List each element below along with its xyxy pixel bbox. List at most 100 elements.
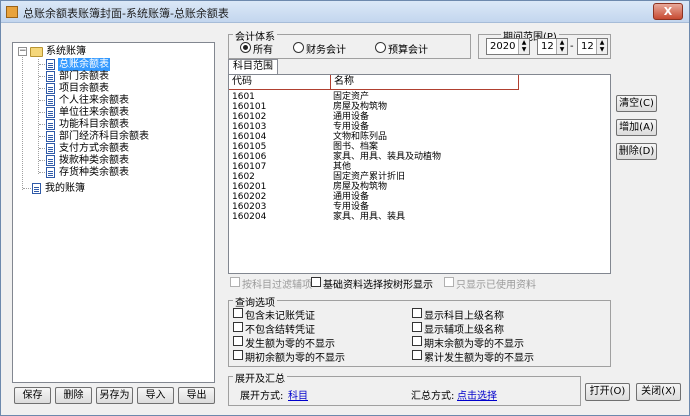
export-button[interactable]: 导出 — [178, 387, 215, 404]
document-icon — [46, 59, 55, 70]
checkbox-tree-display[interactable] — [311, 277, 321, 287]
subject-name: 房屋及构筑物 — [333, 102, 388, 112]
spin-arrows-icon[interactable]: ▲ ▼ — [596, 39, 607, 54]
spin-arrows-icon[interactable]: ▲ ▼ — [556, 39, 567, 54]
subject-name: 图书、档案 — [333, 142, 379, 152]
subject-code: 160106 — [232, 152, 267, 162]
subject-code: 160101 — [232, 102, 267, 112]
expand-mode-link[interactable]: 科目 — [288, 387, 308, 402]
radio-label: 财务会计 — [306, 45, 346, 56]
month-to-spinner[interactable]: 12 ▲ ▼ — [577, 38, 608, 55]
query-option-checkbox[interactable] — [412, 308, 422, 318]
open-button[interactable]: 打开(O) — [585, 383, 630, 401]
tree-connector — [39, 148, 45, 149]
month-from-value: 12 — [541, 41, 554, 52]
subject-name: 专用设备 — [333, 202, 370, 212]
column-header-code[interactable]: 代码 — [229, 75, 331, 90]
book-tree[interactable]: − 系统账簿 总账余额表 部门余额表 项目余额表 个人往来余额表 单位往来余额表 功能科目… — [12, 42, 215, 383]
subject-code: 1601 — [232, 92, 255, 102]
import-button[interactable]: 导入 — [137, 387, 174, 404]
checkbox-label: 包含未记账凭证 — [245, 311, 315, 322]
checkbox-label: 基础资料选择按树形显示 — [323, 280, 433, 291]
group-title: 展开及汇总 — [233, 370, 287, 385]
radio-budget[interactable] — [375, 42, 386, 53]
query-option-checkbox[interactable] — [412, 350, 422, 360]
subject-name: 通用设备 — [333, 112, 370, 122]
save-button[interactable]: 保存 — [14, 387, 51, 404]
year-spinner[interactable]: 2020 ▲ ▼ — [486, 38, 530, 55]
subject-name: 通用设备 — [333, 192, 370, 202]
document-icon — [46, 71, 55, 82]
summary-mode-link[interactable]: 点击选择 — [457, 387, 497, 402]
column-header-name[interactable]: 名称 — [331, 75, 519, 90]
subject-name: 固定资产 — [333, 92, 370, 102]
document-icon — [46, 83, 55, 94]
tree-root-label: 我的账簿 — [45, 183, 85, 194]
document-icon — [46, 107, 55, 118]
subject-list[interactable]: 代码 名称 1601 固定资产 160101 房屋及构筑物 160102 通用设备 1601… — [228, 74, 611, 274]
checkbox-label: 发生额为零的不显示 — [245, 339, 335, 350]
subject-code: 160201 — [232, 182, 267, 192]
subject-code: 160104 — [232, 132, 267, 142]
checkbox-label: 累计发生额为零的不显示 — [424, 353, 534, 364]
subject-name: 房屋及构筑物 — [333, 182, 388, 192]
query-option-checkbox[interactable] — [233, 336, 243, 346]
checkbox-label: 期末余额为零的不显示 — [424, 339, 524, 350]
checkbox-label: 显示辅项上级名称 — [424, 325, 504, 336]
subject-code: 160202 — [232, 192, 267, 202]
document-icon — [46, 155, 55, 166]
tree-root-system-books[interactable]: 系统账簿 — [45, 45, 87, 58]
checkbox-only-used[interactable] — [444, 277, 454, 287]
query-option-checkbox[interactable] — [233, 322, 243, 332]
clear-button[interactable]: 清空(C) — [616, 95, 657, 112]
delete-book-button[interactable]: 删除 — [55, 387, 92, 404]
app-icon — [6, 6, 18, 18]
checkbox-label: 只显示已使用资料 — [456, 280, 536, 291]
add-button[interactable]: 增加(A) — [616, 119, 657, 136]
document-icon — [46, 119, 55, 130]
tree-root-my-books[interactable]: 我的账簿 — [44, 182, 86, 195]
tree-connector — [39, 64, 45, 65]
subject-code: 160203 — [232, 202, 267, 212]
tree-item-label: 存货种类余额表 — [59, 167, 129, 178]
subject-name: 文物和陈列品 — [333, 132, 388, 142]
tree-connector — [39, 172, 45, 173]
tree-connector — [22, 57, 23, 190]
query-option-checkbox[interactable] — [412, 336, 422, 346]
tree-connector — [39, 112, 45, 113]
query-option-checkbox[interactable] — [233, 350, 243, 360]
tree-connector — [39, 88, 45, 89]
tab-subject-range[interactable]: 科目范围 — [228, 59, 278, 75]
month-from-spinner[interactable]: 12 ▲ ▼ — [537, 38, 568, 55]
folder-icon — [30, 47, 43, 57]
title-bar[interactable]: 总账余额表账簿封面-系统账簿-总账余额表 X — [1, 1, 689, 23]
document-icon — [46, 131, 55, 142]
delete-subject-button[interactable]: 删除(D) — [616, 143, 657, 160]
window-title: 总账余额表账簿封面-系统账簿-总账余额表 — [23, 7, 229, 20]
close-button[interactable]: 关闭(X) — [636, 383, 681, 401]
checkbox-label: 期初余额为零的不显示 — [245, 353, 345, 364]
radio-label: 预算会计 — [388, 45, 428, 56]
checkbox-filter-by-subject[interactable] — [230, 277, 240, 287]
checkbox-label: 按科目过滤辅项 — [242, 280, 312, 291]
save-as-button[interactable]: 另存为 — [96, 387, 133, 404]
subject-code: 160102 — [232, 112, 267, 122]
spin-arrows-icon[interactable]: ▲ ▼ — [518, 39, 529, 54]
document-icon — [46, 143, 55, 154]
radio-all[interactable] — [240, 42, 251, 53]
collapse-icon[interactable]: − — [18, 47, 27, 56]
tree-root-label: 系统账簿 — [46, 46, 86, 57]
tree-connector — [39, 100, 45, 101]
subject-name: 家具、用具、装具及动植物 — [333, 152, 442, 162]
radio-financial[interactable] — [293, 42, 304, 53]
document-icon — [46, 167, 55, 178]
summary-mode-label: 汇总方式: — [411, 391, 455, 402]
period-separator: - — [570, 41, 574, 52]
subject-name: 专用设备 — [333, 122, 370, 132]
tree-item[interactable]: 存货种类余额表 — [58, 166, 130, 179]
checkbox-label: 不包含结转凭证 — [245, 325, 315, 336]
subject-name: 其他 — [333, 162, 352, 172]
close-window-button[interactable]: X — [653, 3, 683, 20]
query-option-checkbox[interactable] — [233, 308, 243, 318]
query-option-checkbox[interactable] — [412, 322, 422, 332]
